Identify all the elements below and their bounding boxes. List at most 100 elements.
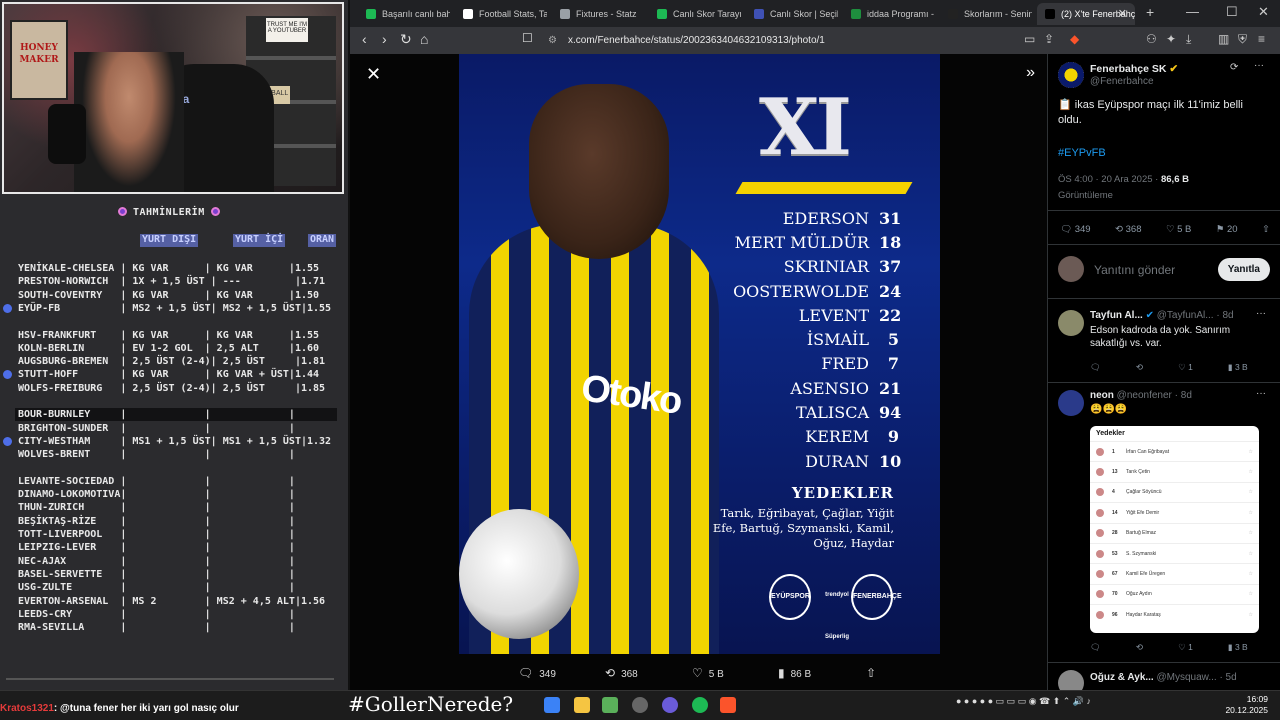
download-icon[interactable]: ⤓ [1186, 32, 1191, 47]
bookmark-icon[interactable]: ☐ [522, 31, 533, 45]
author-name[interactable]: Fenerbahçe SK ✔ [1090, 63, 1178, 75]
browser-tab[interactable]: Başarılı canlı bahis [358, 3, 450, 25]
reply-author[interactable]: neon [1090, 390, 1114, 401]
reply-icon[interactable]: 🗨 [1090, 642, 1101, 653]
verified-icon: ✔ [1169, 63, 1179, 75]
browser-tab[interactable]: Canlı Skor Tarayıcı [649, 3, 741, 25]
browser-tab[interactable]: iddaa Programı - i [843, 3, 935, 25]
like-action[interactable]: ♡ 5 B [692, 666, 724, 680]
card-number: 14 [1112, 509, 1118, 516]
fenerbahce-avatar[interactable] [1058, 62, 1084, 88]
reply-action[interactable]: 🗨 349 [518, 666, 556, 680]
start-icon[interactable] [544, 697, 560, 713]
repost-action[interactable]: ⟲ 368 [605, 666, 638, 680]
browser-tab[interactable]: Canlı Skor | Seçile [746, 3, 838, 25]
browser-tab[interactable]: (2) X'te Fenerbahç ✕ [1037, 3, 1135, 25]
notepad-icon[interactable] [602, 697, 618, 713]
lineup-poster[interactable]: Otoko XI EDERSON 31 MERT MÜLDÜR 18 SKRINIAR 3… [459, 54, 940, 654]
views-stat[interactable]: ▮ 3 B [1228, 362, 1248, 373]
close-tab-icon[interactable]: ✕ [1118, 3, 1127, 25]
expand-sidebar-icon[interactable]: » [1026, 64, 1035, 82]
sidebar-icon[interactable]: ▥ [1218, 32, 1229, 46]
site-info-icon[interactable]: ⚙ [548, 31, 557, 51]
chat-text: : @tuna fener her iki yarı gol nasıç olu… [53, 703, 239, 714]
puzzle-icon[interactable]: ✦ [1166, 32, 1176, 46]
author-handle[interactable]: @Fenerbahce [1090, 76, 1154, 87]
reply-handle[interactable]: @TayfunAl... [1157, 310, 1214, 321]
spotify-icon[interactable] [692, 697, 708, 713]
views-action[interactable]: ▮ 86 B [778, 666, 811, 680]
url-field[interactable]: ⚙ x.com/Fenerbahce/status/200236340463210… [538, 31, 1078, 51]
substitutes-card-image[interactable]: Yedekler 1 İrfan Can Eğribayat ☆ 13 Tarık Çe… [1090, 426, 1259, 633]
close-photo-icon[interactable]: ✕ [366, 64, 381, 85]
repost-icon[interactable]: ⟲ [1136, 642, 1143, 653]
minimize-icon[interactable]: — [1186, 4, 1199, 19]
tweet-hashtag[interactable]: #EYPvFB [1058, 147, 1106, 159]
browser-tab[interactable]: Skorlarım - Senin İ [940, 3, 1032, 25]
tab-label: Football Stats, Tab [479, 9, 547, 19]
bookmark-stat[interactable]: ⚑ 20 [1216, 224, 1238, 235]
obs-icon[interactable] [632, 697, 648, 713]
forward-icon[interactable]: › [382, 31, 387, 47]
maximize-icon[interactable]: ☐ [1226, 4, 1238, 20]
discord-icon[interactable] [662, 697, 678, 713]
browser-tab[interactable]: Football Stats, Tab [455, 3, 547, 25]
player-photo [1096, 468, 1104, 477]
views-count: 86 B [790, 669, 812, 680]
file-explorer-icon[interactable] [574, 697, 590, 713]
reply-author[interactable]: Tayfun Al... [1090, 310, 1143, 321]
reply-icon[interactable]: 🗨 [1090, 362, 1101, 373]
menu-icon[interactable]: ≡ [1258, 32, 1265, 46]
lineup-player: SKRINIAR 37 [729, 255, 901, 279]
views-stat[interactable]: ▮ 3 B [1228, 642, 1248, 653]
card-player-name: Yiğit Efe Demir [1126, 509, 1160, 516]
browser-tab[interactable]: Fixtures - Statz [552, 3, 644, 25]
reply-avatar[interactable] [1058, 310, 1084, 336]
instagram-icon [210, 207, 220, 216]
panel-scrollbar[interactable] [6, 678, 334, 680]
share-action[interactable]: ⇧ [866, 666, 882, 680]
share-stat[interactable]: ⇧ [1262, 224, 1270, 235]
more-icon[interactable]: ··· [1256, 308, 1266, 319]
reply-stat[interactable]: 🗨 349 [1060, 224, 1091, 235]
reply-avatar[interactable] [1058, 390, 1084, 416]
new-tab-icon[interactable]: + [1146, 4, 1154, 20]
reply-handle[interactable]: @neonfener [1117, 390, 1172, 401]
substitutes-list: Tarık, Eğribayat, Çağlar, Yiğit Efe, Bar… [712, 506, 894, 550]
extensions-icon[interactable]: ⚇ [1146, 32, 1157, 46]
player-name: LEVENT [798, 305, 869, 325]
grok-icon[interactable]: ⟳ [1230, 62, 1238, 73]
reply-author[interactable]: Oğuz & Ayk... [1090, 672, 1154, 683]
tray-icons[interactable]: ● ● ● ● ● ▭ ▭ ▭ ◉ ☎ ⬆ ⌃ 🔊 ♪ [956, 696, 1091, 707]
views-label: Görüntüleme [1058, 190, 1113, 201]
reply-handle[interactable]: @Mysquaw... [1157, 672, 1217, 683]
player-name: SKRINIAR [783, 257, 869, 277]
vpn-icon[interactable]: ⛨ [1238, 32, 1247, 47]
more-icon[interactable]: ··· [1254, 60, 1264, 71]
reply-input[interactable]: Yanıtını gönder [1094, 263, 1175, 277]
brave-shield-icon[interactable]: ◆ [1070, 32, 1079, 46]
more-icon[interactable]: ··· [1256, 388, 1266, 399]
poster-title: XI [759, 82, 852, 173]
verified-icon: ✔ [1145, 310, 1154, 321]
reply-button[interactable]: Yanıtla [1217, 258, 1270, 281]
repost-stat[interactable]: ⟲ 368 [1115, 224, 1141, 235]
football [459, 509, 579, 639]
brave-icon[interactable] [720, 697, 736, 713]
like-stat[interactable]: ♡ 1 [1178, 642, 1193, 653]
cast-icon[interactable]: ▭ [1024, 32, 1035, 46]
card-player-name: Haydar Karataş [1126, 611, 1161, 618]
close-window-icon[interactable]: ✕ [1258, 4, 1269, 20]
like-stat[interactable]: ♡ 1 [1178, 362, 1193, 373]
back-icon[interactable]: ‹ [362, 31, 367, 47]
home-icon[interactable]: ⌂ [420, 31, 428, 47]
system-clock[interactable]: 16:09 20.12.2025 [1212, 694, 1268, 716]
reply-composer: Yanıtını gönder Yanıtla [1058, 254, 1270, 288]
reply-avatar[interactable] [1058, 670, 1084, 690]
repost-icon[interactable]: ⟲ [1136, 362, 1143, 373]
player-number: 22 [879, 305, 902, 325]
reload-icon[interactable]: ↻ [400, 31, 412, 48]
like-stat[interactable]: ♡ 5 B [1166, 224, 1191, 235]
share-icon[interactable]: ⇪ [1044, 32, 1054, 46]
card-row: 14 Yiğit Efe Demir ☆ [1090, 502, 1259, 522]
